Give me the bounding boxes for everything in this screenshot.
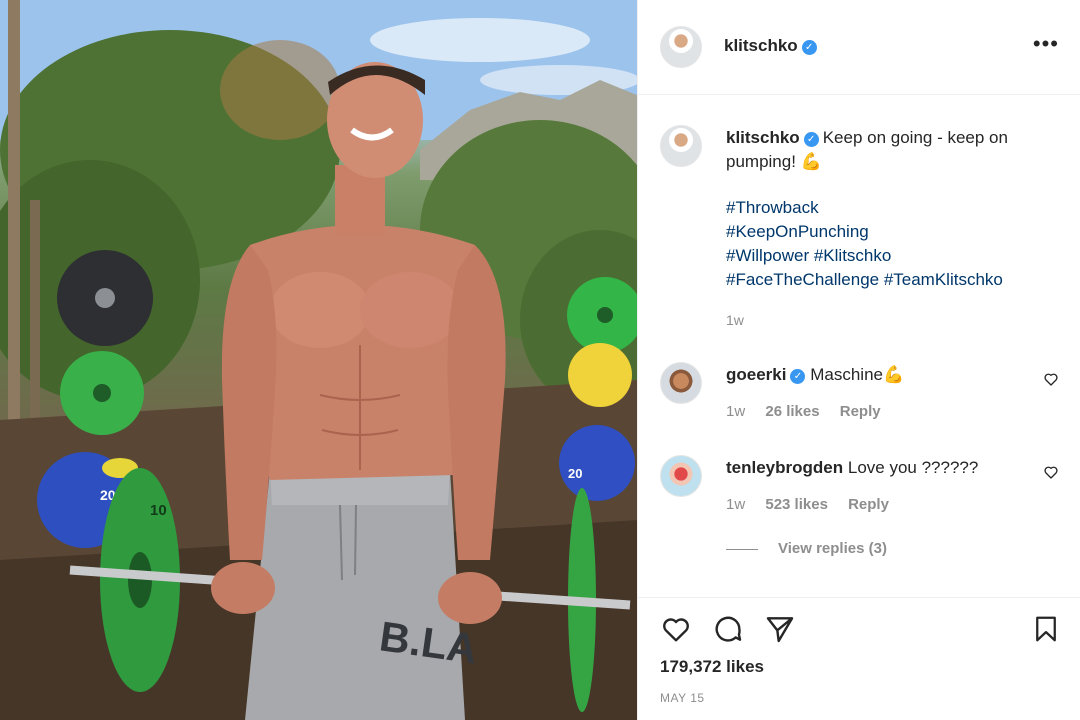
reply-button[interactable]: Reply — [848, 496, 889, 513]
reply-button[interactable]: Reply — [840, 403, 881, 420]
comment-meta: 1w 26 likes Reply — [726, 403, 897, 420]
like-comment-heart-icon[interactable] — [1043, 464, 1059, 480]
comment-icon[interactable] — [712, 613, 744, 645]
author-username[interactable]: klitschko ✓ — [724, 36, 817, 56]
share-icon[interactable] — [764, 613, 796, 645]
comment-time[interactable]: 1w — [726, 403, 745, 420]
view-replies-button[interactable]: View replies (3) — [726, 540, 887, 557]
hashtag-line[interactable]: #Throwback — [726, 196, 1003, 220]
bookmark-icon[interactable] — [1031, 613, 1061, 645]
hashtag-line[interactable]: #FaceTheChallenge #TeamKlitschko — [726, 268, 1003, 292]
likes-count[interactable]: 179,372 likes — [660, 657, 764, 677]
caption-avatar[interactable] — [660, 125, 702, 167]
replies-divider-line — [726, 548, 758, 550]
post-date[interactable]: MAY 15 — [660, 691, 705, 705]
post-actions: 179,372 likes MAY 15 — [638, 597, 1080, 720]
plate-label-10: 10 — [150, 502, 167, 519]
hashtag-line[interactable]: #Willpower #Klitschko — [726, 244, 1003, 268]
photo-illustration: 20 20 10 B.LA — [0, 0, 637, 720]
commenter-username[interactable]: goeerki — [726, 365, 786, 384]
more-options-icon[interactable]: ••• — [1033, 33, 1059, 55]
heart-icon[interactable] — [660, 613, 692, 645]
caption-timestamp[interactable]: 1w — [726, 312, 744, 328]
caption-username[interactable]: klitschko ✓ — [726, 128, 819, 147]
like-comment-heart-icon[interactable] — [1043, 371, 1059, 387]
author-avatar[interactable] — [660, 26, 702, 68]
commenter-avatar[interactable] — [660, 362, 702, 404]
comment-body: tenleybrogden Love you ?????? — [726, 458, 978, 478]
comment-item: goeerki ✓ Maschine💪 1w 26 likes Reply — [638, 362, 1080, 442]
comment-body: goeerki ✓ Maschine💪 — [726, 365, 904, 385]
comment-time[interactable]: 1w — [726, 496, 745, 513]
commenter-avatar[interactable] — [660, 455, 702, 497]
caption-hashtags: #Throwback #KeepOnPunching #Willpower #K… — [726, 196, 1003, 292]
comment-text: Love you ?????? — [847, 458, 979, 477]
post-photo[interactable]: 20 20 10 B.LA — [0, 0, 637, 720]
verified-badge-icon: ✓ — [801, 40, 817, 55]
comment-likes[interactable]: 26 likes — [765, 403, 819, 420]
post-header: klitschko ✓ ••• — [638, 0, 1080, 95]
caption-text: klitschko ✓ Keep on going - keep on pumpin… — [726, 126, 1066, 174]
comment-text: Maschine💪 — [810, 365, 905, 384]
hashtag-line[interactable]: #KeepOnPunching — [726, 220, 1003, 244]
verified-badge-icon: ✓ — [803, 132, 819, 147]
verified-badge-icon: ✓ — [790, 369, 806, 384]
post-details-panel: klitschko ✓ ••• klitschko ✓ Keep on going -… — [637, 0, 1080, 720]
view-replies-label[interactable]: View replies (3) — [778, 540, 887, 557]
plate-label-20-right: 20 — [568, 466, 582, 481]
comment-likes[interactable]: 523 likes — [765, 496, 828, 513]
commenter-username[interactable]: tenleybrogden — [726, 458, 843, 477]
caption-username-text[interactable]: klitschko — [726, 128, 800, 147]
author-username-text[interactable]: klitschko — [724, 36, 798, 55]
comment-item: tenleybrogden Love you ?????? 1w 523 lik… — [638, 455, 1080, 535]
comment-meta: 1w 523 likes Reply — [726, 496, 905, 513]
